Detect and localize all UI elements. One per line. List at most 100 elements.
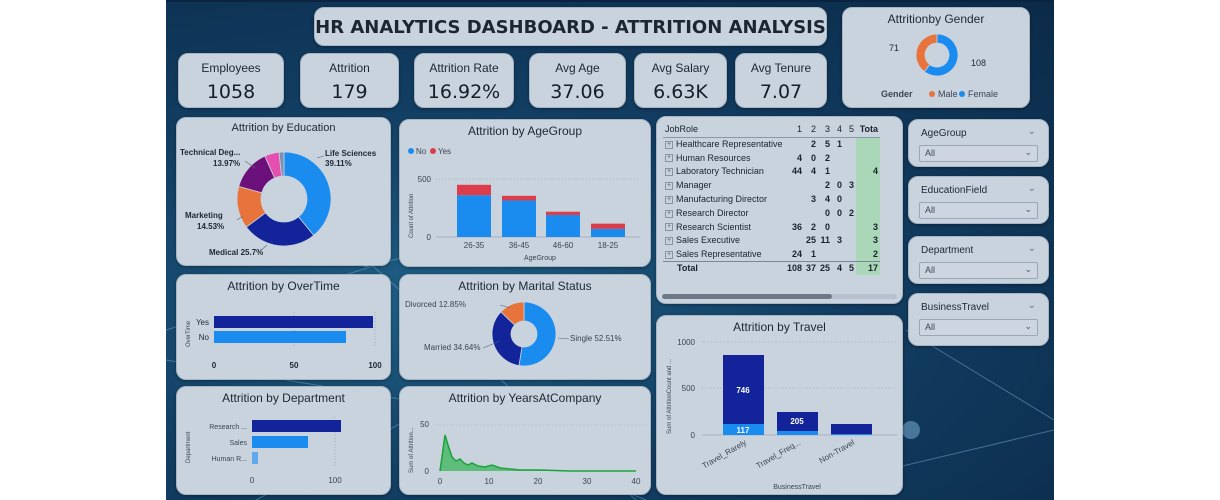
slicer-dropdown[interactable]: All ⌄ xyxy=(919,202,1038,219)
gender-female-value: 108 xyxy=(971,58,986,68)
matrix-total-row: Total 108 37 25 4 5 17 xyxy=(663,260,881,275)
matrix-row[interactable]: + Manager 2 0 3 xyxy=(663,178,881,193)
matrix-row-label[interactable]: + Manager xyxy=(663,178,785,192)
matrix-col[interactable]: 5 xyxy=(844,121,857,138)
slicer-value: All xyxy=(925,148,936,158)
travel-bar-chart: Sum of AttritionCount and ... 1000 500 0… xyxy=(667,338,897,491)
female-legend-dot xyxy=(959,91,965,97)
matrix-col[interactable]: 2 xyxy=(804,121,819,138)
kpi-avg-salary: Avg Salary 6.63K xyxy=(634,53,727,108)
matrix-col[interactable]: 3 xyxy=(818,121,833,138)
top-edge xyxy=(166,0,1054,2)
agegroup-bar-no[interactable] xyxy=(591,228,625,237)
chevron-down-icon[interactable]: ⌄ xyxy=(1028,243,1036,254)
chevron-down-icon[interactable]: ⌄ xyxy=(1028,126,1036,137)
matrix-cell xyxy=(844,220,856,234)
expand-icon[interactable]: + xyxy=(665,181,673,190)
expand-icon[interactable]: + xyxy=(665,237,673,246)
edu-label-technical: Technical Deg... xyxy=(180,148,240,157)
matrix-col-total[interactable]: Tota xyxy=(856,121,881,138)
agegroup-xtick: 18-25 xyxy=(598,241,619,250)
overtime-bar-yes[interactable] xyxy=(214,316,373,328)
slicer-dropdown[interactable]: All ⌄ xyxy=(919,145,1038,162)
travel-bar-freq-yes[interactable] xyxy=(777,431,818,435)
gender-slice-male[interactable] xyxy=(915,33,938,73)
jobrole-matrix: JobRole 1 2 3 4 5 Tota + Healthcare Repre… xyxy=(663,121,881,275)
slicer-dropdown[interactable]: All ⌄ xyxy=(919,262,1038,279)
travel-bar-non-yes[interactable] xyxy=(831,434,872,435)
matrix-row-label[interactable]: + Research Director xyxy=(663,206,785,220)
expand-icon[interactable]: + xyxy=(665,209,673,218)
kpi-label: Employees xyxy=(201,61,261,75)
agegroup-bar-yes[interactable] xyxy=(591,223,625,229)
agegroup-bar-no[interactable] xyxy=(457,195,491,237)
overtime-bar-no[interactable] xyxy=(214,331,346,343)
department-bar-hr[interactable] xyxy=(252,452,258,464)
agegroup-bar-yes[interactable] xyxy=(457,184,491,196)
expand-icon[interactable]: + xyxy=(665,168,673,177)
matrix-col[interactable]: 1 xyxy=(785,121,805,138)
agegroup-xtick: 46-60 xyxy=(553,241,574,250)
matrix-row-label[interactable]: + Research Scientist xyxy=(663,220,785,234)
gender-donut xyxy=(915,33,959,77)
jobrole-matrix-card: JobRole 1 2 3 4 5 Tota + Healthcare Repre… xyxy=(656,116,903,304)
gender-donut-chart: 71 108 Gender Male Female xyxy=(881,33,998,99)
expand-icon[interactable]: + xyxy=(665,140,673,149)
matrix-row-label[interactable]: + Sales Executive xyxy=(663,234,785,248)
kpi-label: Attrition Rate xyxy=(429,61,499,75)
expand-icon[interactable]: + xyxy=(665,250,673,259)
kpi-value: 37.06 xyxy=(550,81,605,103)
matrix-row-label[interactable]: + Human Resources xyxy=(663,151,785,165)
matrix-row[interactable]: + Healthcare Representative 2 5 1 xyxy=(663,137,881,151)
matrix-row[interactable]: + Sales Representative 24 1 2 xyxy=(663,247,881,262)
slicer-agegroup[interactable]: AgeGroup ⌄ All ⌄ xyxy=(908,119,1049,167)
kpi-avg-tenure: Avg Tenure 7.07 xyxy=(735,53,827,108)
slicer-dropdown[interactable]: All ⌄ xyxy=(919,319,1038,336)
overtime-xtick: 100 xyxy=(368,361,382,370)
slicer-department[interactable]: Department ⌄ All ⌄ xyxy=(908,236,1049,284)
matrix-row[interactable]: + Research Scientist 36 2 0 3 xyxy=(663,219,881,234)
marital-slice-single[interactable] xyxy=(518,301,557,367)
matrix-row-label[interactable]: + Healthcare Representative xyxy=(663,137,785,151)
travel-bar-non-no[interactable] xyxy=(831,424,872,434)
agegroup-bar-chart: No Yes Count of Attrition 0 500 26-35 36… xyxy=(408,147,640,262)
matrix-scrollbar[interactable] xyxy=(662,294,897,299)
matrix-row[interactable]: + Sales Executive 25 11 3 3 xyxy=(663,233,881,248)
matrix-scroll-thumb[interactable] xyxy=(662,294,832,299)
matrix-col[interactable]: 4 xyxy=(832,121,845,138)
gender-male-label: Male xyxy=(938,89,958,99)
kpi-value: 7.07 xyxy=(759,81,803,103)
edu-label-technical-pct: 13.97% xyxy=(213,159,240,168)
matrix-row[interactable]: + Research Director 0 0 2 xyxy=(663,205,881,220)
matrix-row-label[interactable]: + Laboratory Technician xyxy=(663,165,785,179)
matrix-row-label[interactable]: + Sales Representative xyxy=(663,247,785,261)
travel-ytick: 1000 xyxy=(677,338,695,347)
expand-icon[interactable]: + xyxy=(665,223,673,232)
kpi-label: Attrition xyxy=(329,61,370,75)
agegroup-bar-no[interactable] xyxy=(502,200,536,237)
matrix-cell xyxy=(844,165,856,179)
matrix-row[interactable]: + Manufacturing Director 3 4 0 xyxy=(663,192,881,206)
slicer-educationfield[interactable]: EducationField ⌄ All ⌄ xyxy=(908,176,1049,224)
overtime-bar-chart: OverTime Yes No 0 50 100 xyxy=(186,312,382,370)
expand-icon[interactable]: + xyxy=(665,154,673,163)
department-bar-research[interactable] xyxy=(252,420,341,432)
expand-icon[interactable]: + xyxy=(665,195,673,204)
matrix-col-jobrole[interactable]: JobRole xyxy=(665,124,698,134)
agegroup-bar-no[interactable] xyxy=(546,214,580,237)
page-title: HR ANALYTICS DASHBOARD - ATTRITION ANALY… xyxy=(315,17,826,38)
gender-card: Attritionby Gender 71 108 Gender Male Fe… xyxy=(842,7,1030,108)
agegroup-bar-yes[interactable] xyxy=(502,195,536,201)
dashboard-canvas: HR ANALYTICS DASHBOARD - ATTRITION ANALY… xyxy=(166,0,1054,500)
matrix-row[interactable]: + Human Resources 4 0 2 xyxy=(663,150,881,165)
chevron-down-icon[interactable]: ⌄ xyxy=(1028,300,1036,311)
department-bar-sales[interactable] xyxy=(252,436,308,448)
years-xtick: 30 xyxy=(583,477,592,486)
matrix-row-label[interactable]: + Manufacturing Director xyxy=(663,192,785,206)
matrix-row[interactable]: + Laboratory Technician 44 4 1 4 xyxy=(663,164,881,179)
slicer-businesstravel[interactable]: BusinessTravel ⌄ All ⌄ xyxy=(908,293,1049,346)
agegroup-bar-yes[interactable] xyxy=(546,211,580,215)
slicer-label: EducationField xyxy=(921,185,988,196)
slicer-value: All xyxy=(925,265,936,275)
chevron-down-icon[interactable]: ⌄ xyxy=(1028,183,1036,194)
